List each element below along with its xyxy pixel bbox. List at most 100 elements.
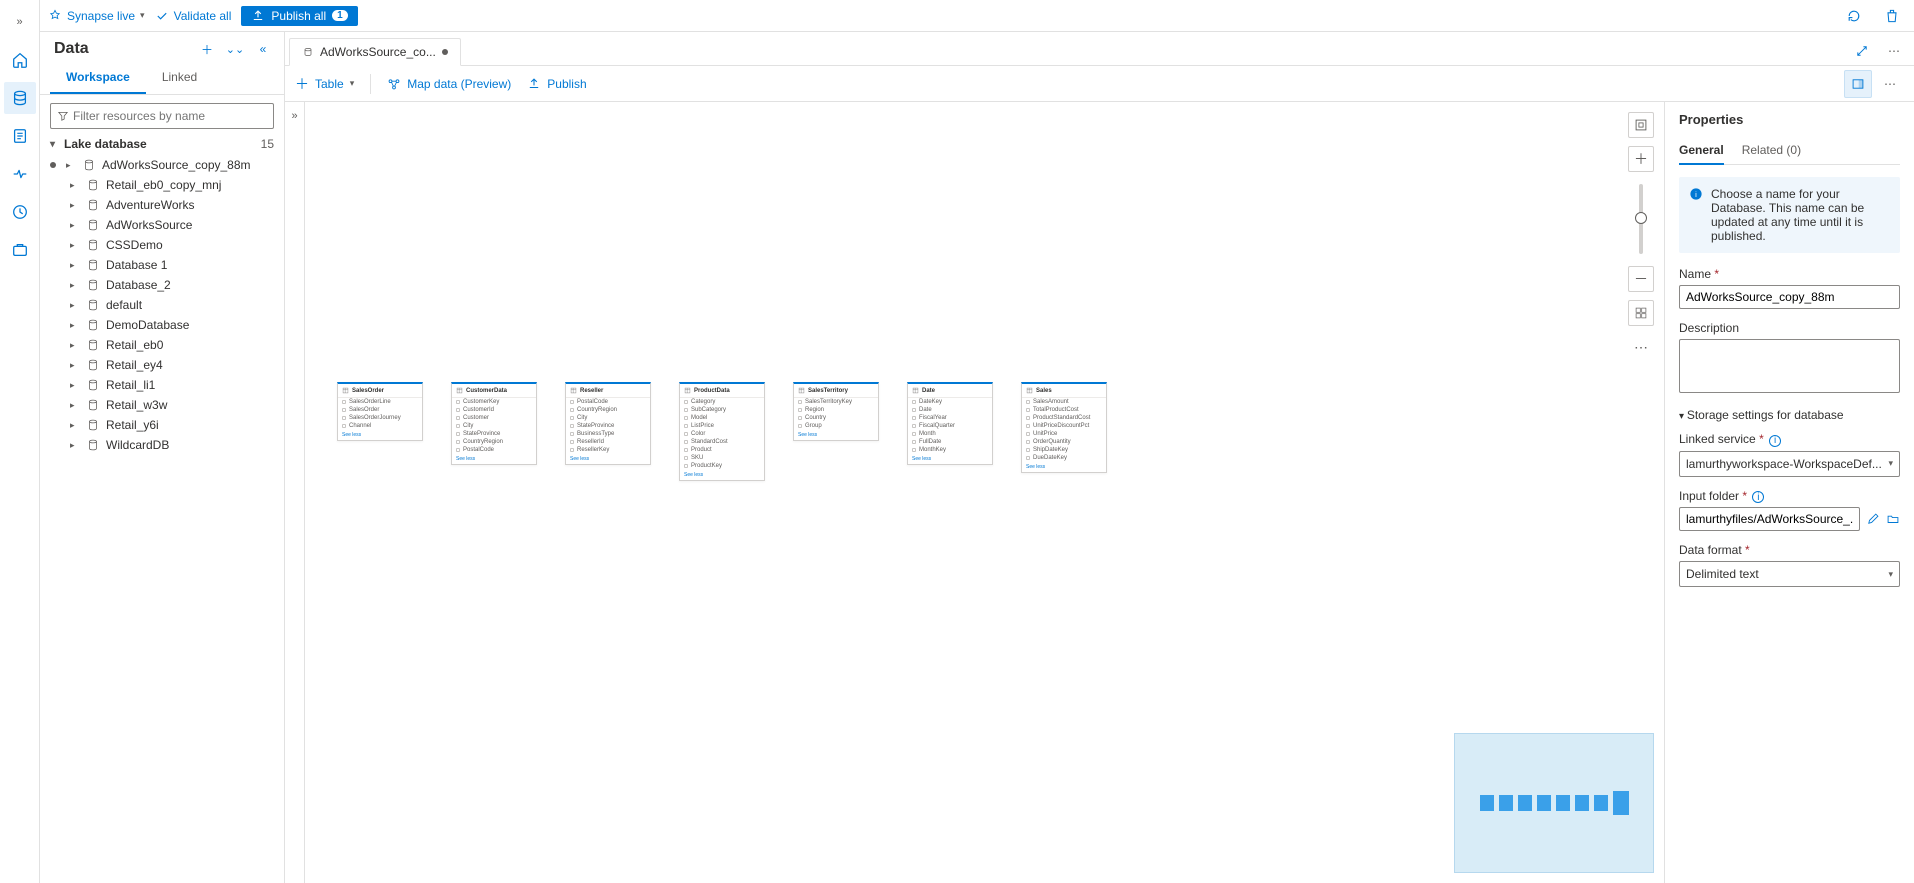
sidebar-item[interactable]: ▸CSSDemo	[40, 235, 284, 255]
tab-linked[interactable]: Linked	[146, 62, 213, 94]
auto-layout-icon[interactable]	[1628, 300, 1654, 326]
editor-tabstrip: AdWorksSource_co... ⋯	[285, 32, 1914, 66]
collapse-all-icon[interactable]: ⌄⌄	[224, 38, 246, 60]
sidebar-item[interactable]: ▸Retail_eb0_copy_mnj	[40, 175, 284, 195]
publish-button[interactable]: Publish	[527, 77, 586, 91]
rail-manage-icon[interactable]	[4, 234, 36, 266]
expand-editor-icon[interactable]	[1848, 37, 1876, 65]
table-column: SKU	[680, 454, 764, 462]
table-card[interactable]: DateDateKeyDateFiscalYearFiscalQuarterMo…	[907, 382, 993, 465]
description-label: Description	[1679, 321, 1900, 335]
zoom-out-icon[interactable]: －	[1628, 266, 1654, 292]
diagram-canvas[interactable]: ＋ － ⋯ SalesOrderSalesOrderLineSalesOrder…	[305, 102, 1664, 883]
sidebar-item[interactable]: ▸Retail_li1	[40, 375, 284, 395]
publish-all-button[interactable]: Publish all 1	[241, 6, 357, 26]
tab-workspace[interactable]: Workspace	[50, 62, 146, 94]
rail-develop-icon[interactable]	[4, 120, 36, 152]
sidebar-title: Data	[54, 40, 190, 58]
edit-icon[interactable]	[1866, 512, 1880, 526]
rail-data-icon[interactable]	[4, 82, 36, 114]
table-column: CustomerId	[452, 406, 536, 414]
table-column: Date	[908, 406, 992, 414]
map-data-button[interactable]: Map data (Preview)	[387, 77, 511, 91]
sidebar-item[interactable]: ▸Database_2	[40, 275, 284, 295]
properties-tab-general[interactable]: General	[1679, 137, 1724, 165]
table-column: CountryRegion	[566, 406, 650, 414]
fit-to-screen-icon[interactable]	[1628, 112, 1654, 138]
table-card[interactable]: CustomerDataCustomerKeyCustomerIdCustome…	[451, 382, 537, 465]
name-input[interactable]	[1679, 285, 1900, 309]
zoom-in-icon[interactable]: ＋	[1628, 146, 1654, 172]
sidebar-item[interactable]: ▸Retail_w3w	[40, 395, 284, 415]
see-more-link[interactable]: See less	[566, 454, 650, 464]
sidebar-item[interactable]: ▸AdventureWorks	[40, 195, 284, 215]
database-icon	[86, 358, 100, 372]
synapse-live-dropdown[interactable]: Synapse live ▾	[48, 9, 145, 23]
properties-toggle-icon[interactable]	[1844, 70, 1872, 98]
canvas-more-icon[interactable]: ⋯	[1628, 334, 1654, 360]
validate-all-button[interactable]: Validate all	[155, 9, 232, 23]
see-more-link[interactable]: See less	[794, 430, 878, 440]
rail-monitor-icon[interactable]	[4, 196, 36, 228]
database-icon	[86, 398, 100, 412]
database-icon	[86, 438, 100, 452]
database-icon	[86, 378, 100, 392]
table-card[interactable]: ProductDataCategorySubCategoryModelListP…	[679, 382, 765, 481]
validate-label: Validate all	[174, 9, 232, 23]
sidebar-item[interactable]: ▸Retail_y6i	[40, 415, 284, 435]
table-column: StateProvince	[452, 430, 536, 438]
description-input[interactable]	[1679, 339, 1900, 393]
table-card[interactable]: SalesOrderSalesOrderLineSalesOrderSalesO…	[337, 382, 423, 441]
sidebar-item[interactable]: ▸DemoDatabase	[40, 315, 284, 335]
refresh-button[interactable]	[1840, 2, 1868, 30]
minimap[interactable]	[1454, 733, 1654, 873]
see-more-link[interactable]: See less	[680, 470, 764, 480]
see-more-link[interactable]: See less	[1022, 462, 1106, 472]
more-actions-icon[interactable]: ⋯	[1876, 70, 1904, 98]
properties-panel: Properties General Related (0) i Choose …	[1664, 102, 1914, 883]
storage-section-toggle[interactable]: Storage settings for database	[1679, 408, 1900, 422]
group-lake-database[interactable]: ▾ Lake database 15	[40, 133, 284, 155]
browse-folder-icon[interactable]	[1886, 512, 1900, 526]
table-card[interactable]: SalesSalesAmountTotalProductCostProductS…	[1021, 382, 1107, 473]
input-folder-input[interactable]	[1679, 507, 1860, 531]
canvas-collapse-icon[interactable]: »	[285, 102, 305, 883]
sidebar-item[interactable]: ▸WildcardDB	[40, 435, 284, 455]
sidebar-item[interactable]: ▸Database 1	[40, 255, 284, 275]
table-card-header: ProductData	[680, 384, 764, 398]
editor-toolbar: ＋ Table ▾ Map data (Preview) Publish	[285, 66, 1914, 102]
svg-text:i: i	[1695, 190, 1697, 199]
data-format-select[interactable]: Delimited text ▾	[1679, 561, 1900, 587]
more-tabs-icon[interactable]: ⋯	[1880, 37, 1908, 65]
sidebar-collapse-icon[interactable]: «	[252, 38, 274, 60]
group-count: 15	[261, 137, 274, 151]
properties-tab-related[interactable]: Related (0)	[1742, 137, 1801, 164]
sidebar-item-label: CSSDemo	[106, 238, 163, 252]
add-table-button[interactable]: ＋ Table ▾	[295, 74, 354, 94]
rail-home-icon[interactable]	[4, 44, 36, 76]
table-column: StateProvince	[566, 422, 650, 430]
rail-expand-icon[interactable]: »	[4, 6, 36, 38]
editor-tab[interactable]: AdWorksSource_co...	[289, 38, 461, 66]
sidebar-item-label: Retail_ey4	[106, 358, 163, 372]
filter-input[interactable]	[73, 109, 267, 123]
see-more-link[interactable]: See less	[338, 430, 422, 440]
sidebar-item[interactable]: ▸AdWorksSource	[40, 215, 284, 235]
table-card[interactable]: ResellerPostalCodeCountryRegionCityState…	[565, 382, 651, 465]
chevron-right-icon: ▸	[70, 200, 80, 211]
sidebar-item[interactable]: ▸Retail_ey4	[40, 355, 284, 375]
sidebar-item[interactable]: ▸Retail_eb0	[40, 335, 284, 355]
table-card[interactable]: SalesTerritorySalesTerritoryKeyRegionCou…	[793, 382, 879, 441]
sidebar-item[interactable]: ▸default	[40, 295, 284, 315]
add-resource-button[interactable]: ＋	[196, 38, 218, 60]
rail-integrate-icon[interactable]	[4, 158, 36, 190]
zoom-slider[interactable]	[1639, 184, 1643, 254]
filter-input-wrap[interactable]	[50, 103, 274, 129]
zoom-controls: ＋ － ⋯	[1628, 112, 1654, 360]
see-more-link[interactable]: See less	[452, 454, 536, 464]
sidebar-item[interactable]: ▸AdWorksSource_copy_88m	[40, 155, 284, 175]
linked-service-select[interactable]: lamurthyworkspace-WorkspaceDef... ▾	[1679, 451, 1900, 477]
see-more-link[interactable]: See less	[908, 454, 992, 464]
name-label: Name *	[1679, 267, 1900, 281]
discard-button[interactable]	[1878, 2, 1906, 30]
